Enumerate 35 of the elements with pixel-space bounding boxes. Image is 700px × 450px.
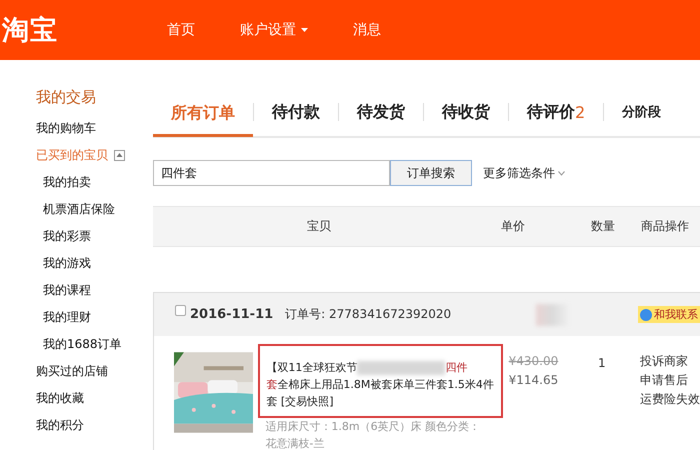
sidebar-item[interactable]: 我的收藏 — [36, 390, 84, 407]
filter-link[interactable]: 更多筛选条件 — [483, 164, 565, 182]
column-header: 宝贝 — [307, 218, 332, 235]
sidebar-subitem[interactable]: 我的游戏 — [36, 250, 153, 277]
sidebar-heading: 我的交易 — [36, 88, 97, 107]
search-field[interactable]: 四件套 — [153, 160, 390, 186]
sidebar-item[interactable]: 我的积分 — [36, 417, 84, 434]
sidebar-item[interactable]: 购买过的店铺 — [36, 363, 108, 380]
column-header: 商品操作 — [641, 218, 689, 235]
tab[interactable]: 待付款 — [254, 88, 338, 136]
price: ¥114.65 — [508, 372, 560, 389]
contact-button[interactable]: 和我联系 — [638, 306, 700, 323]
quantity: 1 — [598, 356, 606, 370]
search-button[interactable]: 订单搜索 — [390, 160, 472, 186]
sidebar-subitem[interactable]: 我的理财 — [36, 304, 153, 331]
column-header: 数量 — [591, 218, 616, 235]
order-date: 2016-11-11 — [190, 307, 274, 322]
tab[interactable]: 待评价2 — [509, 88, 604, 136]
order-number: 订单号: 2778341672392020 — [285, 306, 452, 323]
action-link[interactable]: 申请售后 — [640, 371, 700, 390]
sidebar-subitem[interactable]: 我的1688订单 — [36, 331, 153, 358]
sidebar-item[interactable]: 我的购物车 — [36, 120, 96, 137]
product-specs: 适用床尺寸：1.8m（6英尺）床 颜色分类：花意满枝-兰 — [265, 419, 482, 450]
tab[interactable]: 待发货 — [339, 88, 423, 136]
sidebar-subitem[interactable]: 我的彩票 — [36, 223, 153, 250]
action-link[interactable]: 运费险失效 — [640, 390, 700, 409]
column-header: 单价 — [501, 218, 526, 235]
product-title-link[interactable]: 【双11全球狂欢节 四件 套全棉床上用品1.8M被套床单三件套1.5米4件套 [交易快照] — [266, 359, 496, 410]
sidebar-subitem[interactable]: 我的课程 — [36, 277, 153, 304]
original-price: ¥430.00 — [508, 353, 560, 370]
tab[interactable]: 待收货 — [424, 88, 508, 136]
tab[interactable]: 分阶段 — [604, 88, 680, 136]
sidebar-subitem[interactable]: 机票酒店保险 — [36, 196, 153, 223]
action-link[interactable]: 投诉商家 — [640, 352, 700, 371]
sidebar-subitem[interactable]: 我的拍卖 — [36, 169, 153, 196]
